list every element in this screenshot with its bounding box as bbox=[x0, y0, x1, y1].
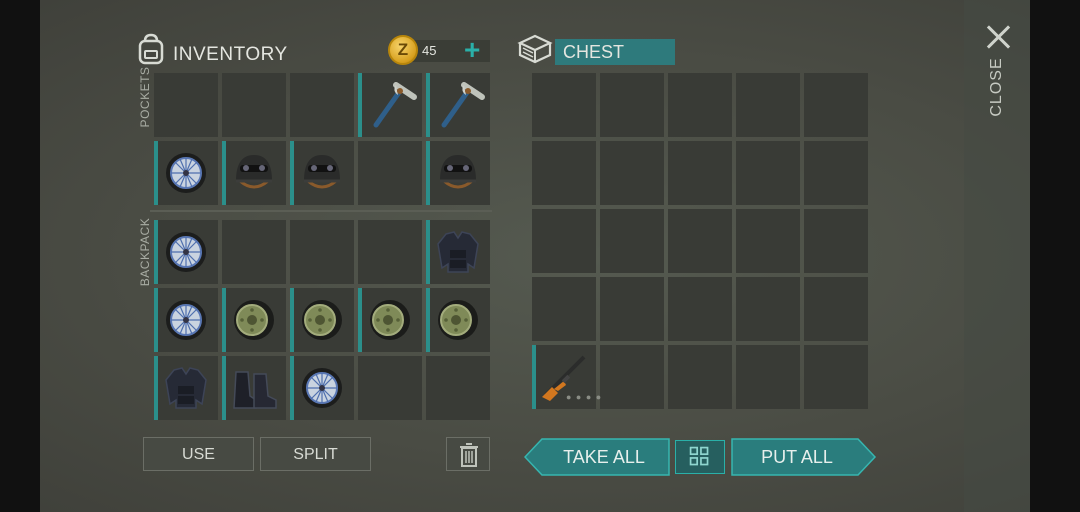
backpack-slot[interactable] bbox=[426, 288, 490, 352]
backpack-slot[interactable] bbox=[290, 288, 354, 352]
tire-icon bbox=[438, 300, 478, 340]
backpack-slot[interactable] bbox=[426, 220, 490, 284]
backpack-slot[interactable] bbox=[358, 288, 422, 352]
backpack-slot[interactable] bbox=[222, 288, 286, 352]
pocket-slot[interactable] bbox=[358, 141, 422, 205]
helmet-icon bbox=[304, 155, 340, 189]
sort-button[interactable] bbox=[675, 440, 725, 474]
pocket-slot[interactable] bbox=[222, 141, 286, 205]
chest-slot[interactable] bbox=[736, 141, 800, 205]
chest-slot[interactable] bbox=[600, 73, 664, 137]
wheel-icon bbox=[166, 300, 206, 340]
close-label[interactable]: CLOSE bbox=[988, 52, 1006, 122]
split-button[interactable]: SPLIT bbox=[260, 437, 371, 471]
currency-amount: 45 bbox=[422, 43, 437, 58]
backpack-slot[interactable] bbox=[222, 356, 286, 420]
pocket-slot[interactable] bbox=[290, 73, 354, 137]
put-all-button[interactable]: PUT ALL bbox=[733, 439, 861, 475]
chest-title: CHEST bbox=[555, 39, 675, 65]
chest-slot[interactable] bbox=[804, 141, 868, 205]
backpack-slot[interactable] bbox=[426, 356, 490, 420]
tire-icon bbox=[234, 300, 274, 340]
chest-slot[interactable] bbox=[600, 277, 664, 341]
chest-slot[interactable] bbox=[532, 141, 596, 205]
backpack-slot[interactable] bbox=[154, 356, 218, 420]
backpack-slot[interactable] bbox=[154, 288, 218, 352]
backpack-label: BACKPACK bbox=[138, 217, 152, 287]
chest-slot[interactable] bbox=[804, 73, 868, 137]
coin-icon: Z bbox=[388, 35, 418, 65]
trash-icon bbox=[460, 443, 478, 467]
pocket-slot[interactable] bbox=[358, 73, 422, 137]
helmet-icon bbox=[236, 155, 272, 189]
right-letterbox bbox=[1030, 0, 1080, 512]
jacket-icon bbox=[165, 367, 207, 409]
chest-slot[interactable] bbox=[736, 345, 800, 409]
chest-slot[interactable] bbox=[600, 209, 664, 273]
take-all-button[interactable]: TAKE ALL bbox=[540, 439, 668, 475]
chest-slot[interactable] bbox=[668, 345, 732, 409]
helmet-icon bbox=[440, 155, 476, 189]
chest-slot[interactable] bbox=[532, 277, 596, 341]
game-screen: CLOSE INVENTORY Z 45 + CHEST POCKETS BAC… bbox=[0, 0, 1080, 512]
tire-icon bbox=[302, 300, 342, 340]
wheel-icon bbox=[166, 232, 206, 272]
left-letterbox bbox=[0, 0, 40, 512]
chest-slot[interactable] bbox=[736, 209, 800, 273]
pocket-slot[interactable] bbox=[290, 141, 354, 205]
pocket-slot[interactable] bbox=[222, 73, 286, 137]
pocket-slot[interactable] bbox=[154, 73, 218, 137]
durability-dots: ● ● ● ● bbox=[566, 392, 603, 402]
use-button[interactable]: USE bbox=[143, 437, 254, 471]
chest-slot[interactable] bbox=[668, 141, 732, 205]
backpack-slot[interactable] bbox=[222, 220, 286, 284]
chest-slot[interactable] bbox=[668, 73, 732, 137]
backpack-slot[interactable] bbox=[290, 356, 354, 420]
boots-icon bbox=[233, 371, 277, 409]
chest-slot[interactable] bbox=[804, 345, 868, 409]
chest-slot[interactable] bbox=[600, 141, 664, 205]
chest-slot[interactable] bbox=[600, 345, 664, 409]
pockets-label: POCKETS bbox=[138, 66, 152, 128]
jacket-icon bbox=[437, 231, 479, 273]
tire-icon bbox=[370, 300, 410, 340]
wheel-icon bbox=[166, 153, 206, 193]
plus-icon[interactable]: + bbox=[464, 36, 480, 64]
chest-slot[interactable] bbox=[736, 277, 800, 341]
backpack-slot[interactable] bbox=[290, 220, 354, 284]
chest-slot[interactable] bbox=[532, 209, 596, 273]
pickaxe-icon bbox=[441, 82, 485, 128]
grid-sort-icon bbox=[689, 446, 709, 466]
backpack-slot[interactable] bbox=[358, 356, 422, 420]
close-icon[interactable] bbox=[985, 24, 1011, 50]
chest-slot[interactable] bbox=[668, 277, 732, 341]
pickaxe-icon bbox=[373, 82, 417, 128]
chest-slot[interactable] bbox=[668, 209, 732, 273]
pocket-slot[interactable] bbox=[426, 73, 490, 137]
pocket-slot[interactable] bbox=[154, 141, 218, 205]
chest-icon bbox=[517, 34, 553, 64]
backpack-slot[interactable] bbox=[154, 220, 218, 284]
trash-button[interactable] bbox=[446, 437, 490, 471]
inventory-title: INVENTORY bbox=[173, 44, 288, 65]
wheel-icon bbox=[302, 368, 342, 408]
chest-slot[interactable] bbox=[804, 209, 868, 273]
chest-slot[interactable] bbox=[804, 277, 868, 341]
section-divider bbox=[150, 210, 492, 212]
pocket-slot[interactable] bbox=[426, 141, 490, 205]
backpack-slot[interactable] bbox=[358, 220, 422, 284]
chest-slot[interactable] bbox=[736, 73, 800, 137]
chest-slot[interactable] bbox=[532, 73, 596, 137]
